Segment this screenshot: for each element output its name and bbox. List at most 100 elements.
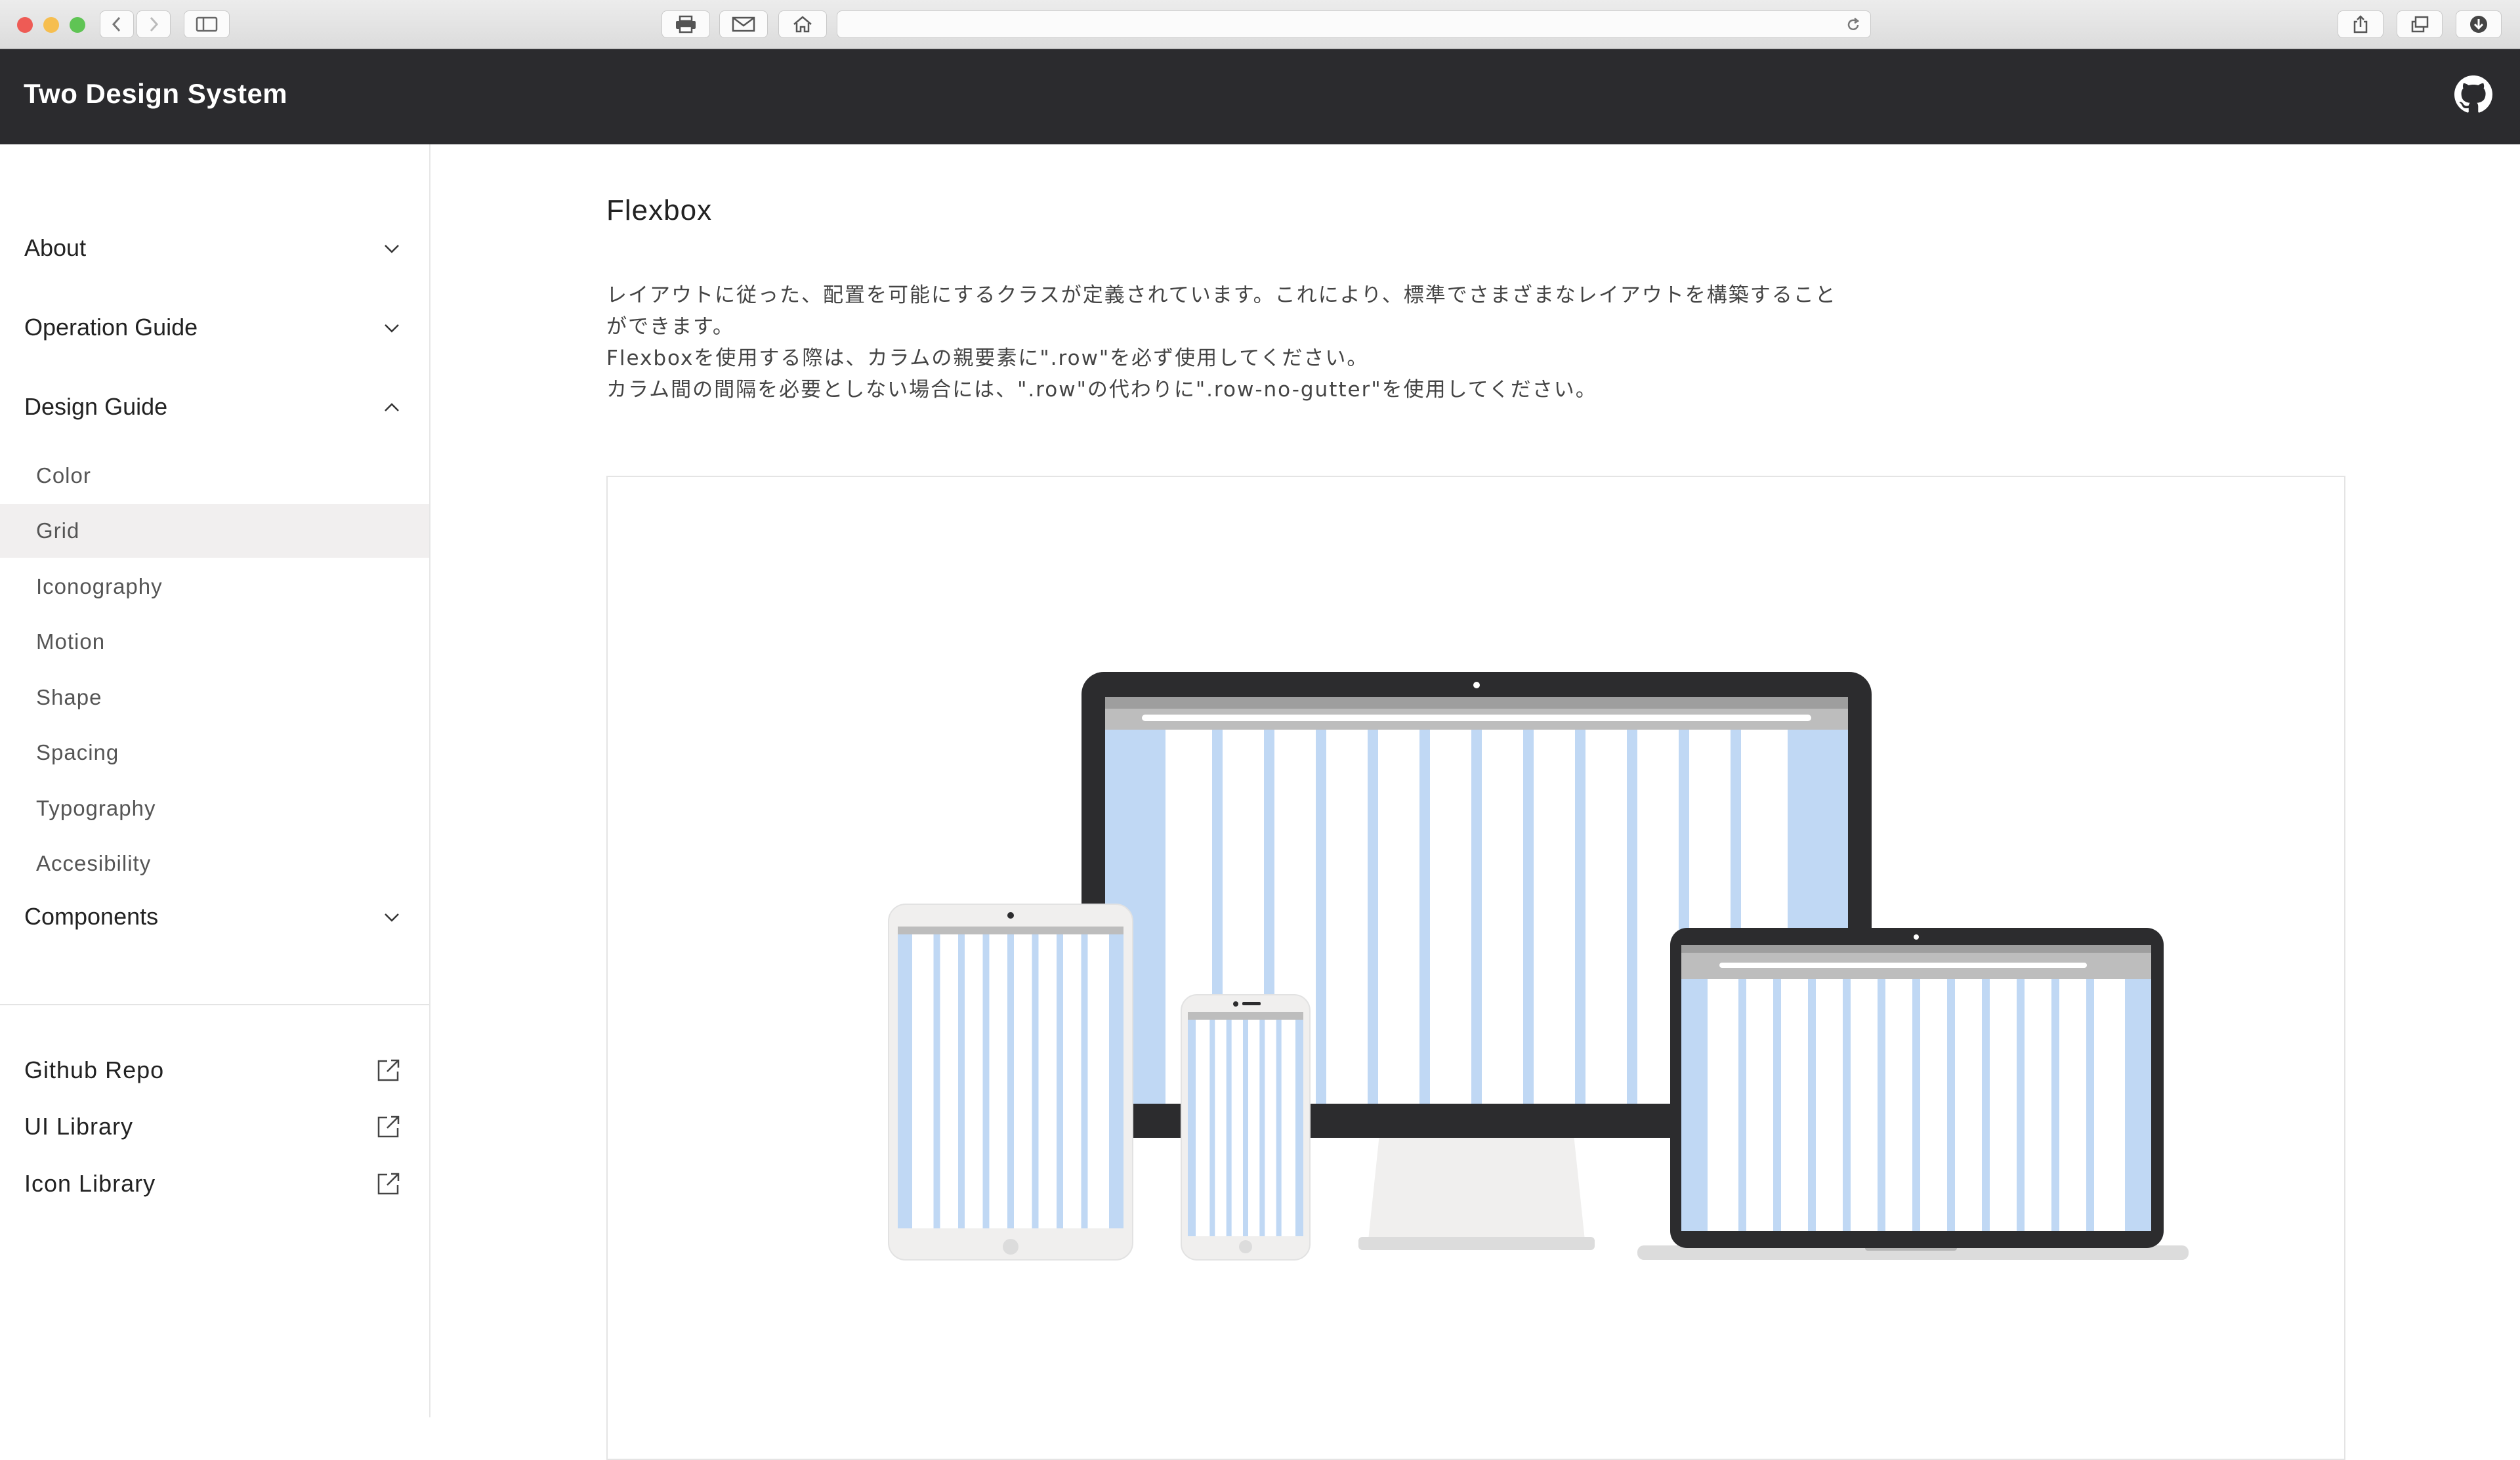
grid-column	[1007, 934, 1014, 1228]
tabs-icon	[2411, 16, 2429, 33]
back-button[interactable]	[100, 10, 134, 38]
forward-button[interactable]	[136, 10, 171, 38]
nav-section-label: Components	[24, 903, 159, 930]
phone-illustration	[1181, 994, 1311, 1261]
grid-column	[2051, 979, 2059, 1231]
nav-item-spacing[interactable]: Spacing	[0, 726, 429, 780]
grid-column	[1843, 979, 1851, 1231]
description-line: カラム間の間隔を必要としない場合には、".row"の代わりに".row-no-g…	[606, 378, 1597, 402]
app-header: Two Design System	[0, 49, 2520, 144]
grid-column	[933, 934, 940, 1228]
address-bar[interactable]	[837, 10, 1871, 38]
grid-margin	[1681, 979, 1708, 1231]
nav-section-about[interactable]: About	[0, 222, 430, 274]
grid-margin	[1295, 1020, 1303, 1236]
close-window-button[interactable]	[17, 17, 33, 33]
external-link-icon	[377, 1173, 400, 1195]
tablet-illustration	[888, 904, 1133, 1261]
grid-column	[1276, 1020, 1282, 1236]
minimize-window-button[interactable]	[43, 17, 59, 33]
home-button[interactable]	[778, 10, 827, 38]
chevron-left-icon	[112, 16, 121, 32]
share-button[interactable]	[2338, 10, 2384, 38]
downloads-button[interactable]	[2456, 10, 2502, 38]
nav-section-components[interactable]: Components	[0, 890, 430, 943]
description-line: ができます。	[606, 315, 734, 339]
home-icon	[793, 16, 812, 33]
nav-section-operation-guide[interactable]: Operation Guide	[0, 301, 430, 354]
nav-section-design-guide[interactable]: Design Guide	[0, 381, 430, 433]
grid-column	[1226, 1020, 1232, 1236]
external-link-icon	[377, 1059, 400, 1081]
description-line: Flexboxを使用する際は、カラムの親要素に".row"を必ず使用してください…	[606, 346, 1369, 370]
nav-item-iconography[interactable]: Iconography	[0, 560, 429, 614]
responsive-devices-illustration	[888, 672, 2189, 1261]
nav-item-shape[interactable]: Shape	[0, 671, 429, 724]
print-button[interactable]	[662, 10, 710, 38]
grid-column	[1368, 730, 1378, 1104]
chevron-up-icon	[385, 403, 399, 411]
reload-icon[interactable]	[1845, 17, 1861, 33]
grid-column	[1057, 934, 1063, 1228]
grid-column	[1523, 730, 1534, 1104]
brand-title[interactable]: Two Design System	[24, 78, 287, 110]
browser-toolbar	[0, 0, 2520, 49]
mail-button[interactable]	[719, 10, 768, 38]
mail-icon	[732, 16, 755, 32]
grid-column	[1575, 730, 1586, 1104]
grid-column	[1738, 979, 1746, 1231]
chevron-down-icon	[385, 913, 399, 922]
nav-item-grid[interactable]: Grid	[0, 504, 429, 558]
sidebar-toggle-button[interactable]	[184, 10, 230, 38]
grid-margin	[1188, 1020, 1196, 1236]
description-line: レイアウトに従った、配置を可能にするクラスが定義されています。これにより、標準で…	[606, 283, 1837, 307]
link-label: Github Repo	[24, 1056, 165, 1083]
sidebar-divider	[0, 1004, 429, 1005]
grid-column	[1259, 1020, 1265, 1236]
link-label: Icon Library	[24, 1170, 156, 1197]
nav-item-typography[interactable]: Typography	[0, 782, 429, 835]
grid-column	[1209, 1020, 1215, 1236]
grid-margin	[2125, 979, 2151, 1231]
chevron-down-icon	[385, 324, 399, 333]
grid-column	[1316, 730, 1326, 1104]
nav-section-label: About	[24, 234, 87, 261]
grid-column	[1878, 979, 1885, 1231]
grid-column	[958, 934, 965, 1228]
maximize-window-button[interactable]	[70, 17, 85, 33]
grid-column	[1419, 730, 1430, 1104]
nav-section-label: Operation Guide	[24, 314, 198, 341]
link-ui-library[interactable]: UI Library	[0, 1100, 429, 1153]
grid-column	[1912, 979, 1920, 1231]
link-icon-library[interactable]: Icon Library	[0, 1158, 429, 1210]
nav-item-motion[interactable]: Motion	[0, 615, 429, 669]
sidebar-nav: About Operation Guide Design Guide Color…	[0, 144, 430, 1417]
page-title: Flexbox	[606, 194, 713, 226]
nav-item-accessibility[interactable]: Accesibility	[0, 837, 429, 890]
nav-item-color[interactable]: Color	[0, 449, 429, 503]
grid-margin	[898, 934, 912, 1228]
grid-column	[1773, 979, 1781, 1231]
link-github-repo[interactable]: Github Repo	[0, 1044, 429, 1096]
chevron-right-icon	[150, 16, 159, 32]
external-link-icon	[377, 1116, 400, 1138]
laptop-illustration	[1637, 928, 2189, 1260]
page-description: レイアウトに従った、配置を可能にするクラスが定義されています。これにより、標準で…	[606, 280, 1906, 406]
share-icon	[2353, 15, 2368, 33]
nav-section-label: Design Guide	[24, 393, 168, 420]
grid-column	[1471, 730, 1482, 1104]
tabs-overview-button[interactable]	[2397, 10, 2443, 38]
grid-column	[1627, 730, 1637, 1104]
grid-column	[2017, 979, 2025, 1231]
github-icon[interactable]	[2454, 75, 2492, 114]
grid-column	[1032, 934, 1039, 1228]
download-icon	[2470, 16, 2487, 33]
grid-column	[1947, 979, 1955, 1231]
sidebar-icon	[196, 16, 218, 32]
printer-icon	[676, 15, 696, 33]
link-label: UI Library	[24, 1113, 134, 1140]
chevron-down-icon	[385, 245, 399, 253]
grid-column	[1808, 979, 1816, 1231]
grid-margin	[1109, 934, 1124, 1228]
grid-column	[1081, 934, 1088, 1228]
